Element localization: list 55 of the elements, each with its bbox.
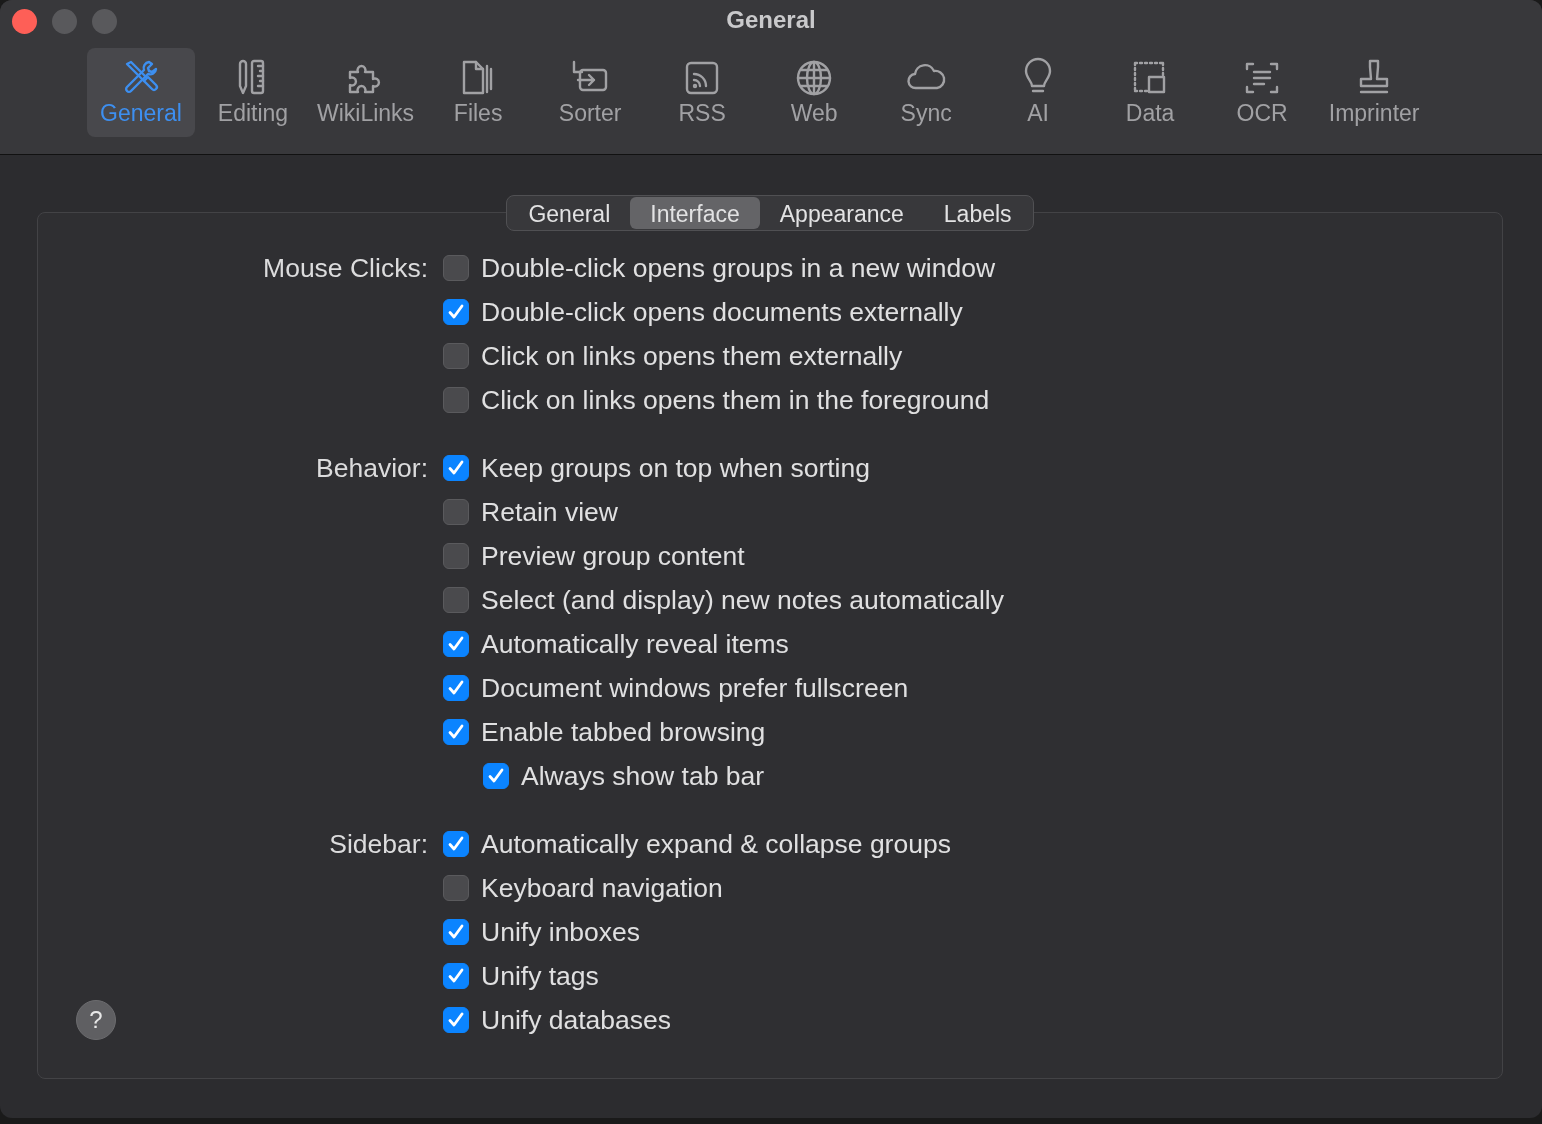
checkbox[interactable] [443,499,469,525]
checkbox[interactable] [443,455,469,481]
tab[interactable]: Interface [630,197,760,229]
checkbox-label[interactable]: Enable tabbed browsing [481,716,766,748]
checkbox[interactable] [443,875,469,901]
checkbox[interactable] [443,543,469,569]
checkbox[interactable] [483,763,509,789]
checkbox-label[interactable]: Click on links opens them externally [481,340,903,372]
tab[interactable]: General [508,197,631,229]
checkbox[interactable] [443,343,469,369]
window-title: General [726,6,816,34]
checkbox-label[interactable]: Select (and display) new notes automatically [481,584,1004,616]
toolbar-tab[interactable]: AI [984,48,1093,137]
checkbox-label[interactable]: Automatically expand & collapse groups [481,828,951,860]
toolbar-tab[interactable]: Imprinter [1320,48,1429,137]
toolbar-tab[interactable]: Sync [872,48,981,137]
checkbox[interactable] [443,831,469,857]
checkbox[interactable] [443,387,469,413]
checkbox[interactable] [443,919,469,945]
checkbox[interactable] [443,675,469,701]
toolbar-tab[interactable]: Files [424,48,533,137]
checkbox-label[interactable]: Always show tab bar [521,760,765,792]
toolbar-tab[interactable]: Editing [199,48,307,137]
checkbox[interactable] [443,587,469,613]
group-label: Sidebar: [329,828,428,861]
checkbox[interactable] [443,631,469,657]
checkbox-label[interactable]: Unify tags [481,960,599,992]
checkbox-label[interactable]: Keyboard navigation [481,872,723,904]
checkbox-label[interactable]: Unify databases [481,1004,672,1036]
checkbox-label[interactable]: Double-click opens groups in a new window [481,252,996,284]
help-button[interactable]: ? [76,1000,116,1040]
toolbar-tab[interactable]: WikiLinks [311,48,421,137]
checkbox-label[interactable]: Automatically reveal items [481,628,789,660]
checkbox-label[interactable]: Document windows prefer fullscreen [481,672,909,704]
toolbar-tab[interactable]: Web [760,48,869,137]
checkbox-label[interactable]: Keep groups on top when sorting [481,452,870,484]
checkbox[interactable] [443,299,469,325]
toolbar-tab[interactable]: OCR [1208,48,1317,137]
toolbar-tab[interactable]: RSS [648,48,757,137]
checkbox-label[interactable]: Unify inboxes [481,916,641,948]
checkbox-label[interactable]: Click on links opens them in the foreground [481,384,990,416]
checkbox-label[interactable]: Double-click opens documents externally [481,296,963,328]
close-button[interactable] [12,9,37,34]
toolbar-tab[interactable]: Sorter [536,48,645,137]
checkbox[interactable] [443,719,469,745]
group-label: Mouse Clicks: [263,252,428,285]
group-label: Behavior: [316,452,428,485]
tab[interactable]: Labels [923,197,1032,229]
tab[interactable]: Appearance [759,197,924,229]
checkbox[interactable] [443,1007,469,1033]
checkbox[interactable] [443,255,469,281]
checkbox-label[interactable]: Retain view [481,496,618,528]
toolbar-tab[interactable]: Data [1096,48,1205,137]
checkbox[interactable] [443,963,469,989]
checkbox-label[interactable]: Preview group content [481,540,745,572]
